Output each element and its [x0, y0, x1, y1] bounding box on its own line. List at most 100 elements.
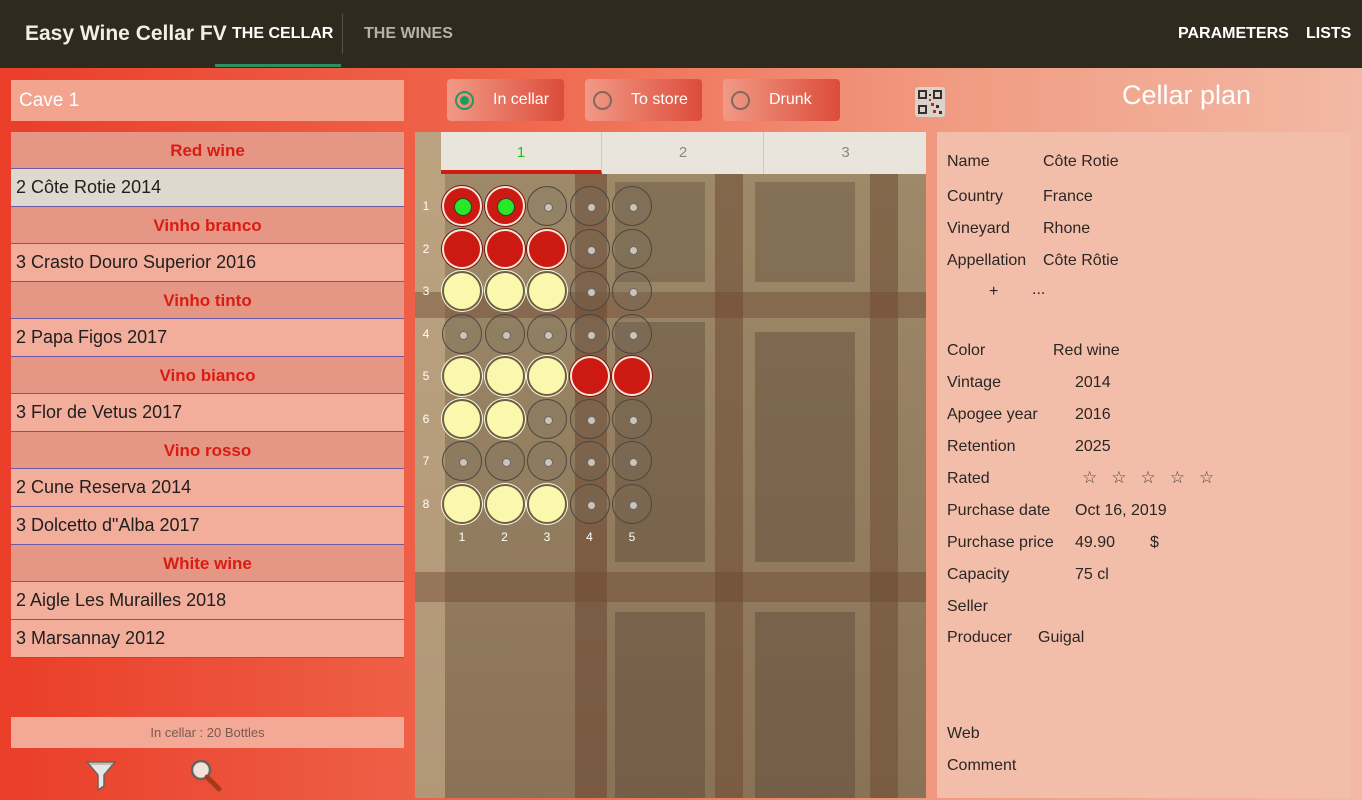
bottle-slot[interactable]: [484, 483, 525, 524]
empty-slot[interactable]: [569, 186, 610, 226]
star-icon[interactable]: ☆: [1199, 468, 1214, 488]
country-value: France: [1043, 188, 1093, 205]
more-button[interactable]: ...: [1032, 281, 1045, 299]
empty-slot[interactable]: [484, 313, 525, 354]
bottle-slot[interactable]: [442, 228, 482, 269]
list-item[interactable]: 2 Aigle Les Murailles 2018: [11, 582, 404, 620]
empty-slot[interactable]: [569, 441, 610, 481]
empty-slot[interactable]: [612, 441, 652, 481]
rack-tab-bar: 1 2 3: [441, 132, 926, 174]
empty-slot[interactable]: [442, 313, 482, 354]
list-item[interactable]: 3 Flor de Vetus 2017: [11, 394, 404, 432]
list-item[interactable]: 3 Marsannay 2012: [11, 620, 404, 658]
star-icon[interactable]: ☆: [1082, 468, 1097, 488]
bottle-slot[interactable]: [484, 271, 525, 311]
bottle-count-status: In cellar : 20 Bottles: [11, 717, 404, 748]
bottle-slot[interactable]: [527, 483, 567, 524]
empty-slot[interactable]: [527, 398, 567, 439]
add-button[interactable]: +: [989, 283, 998, 301]
bottle-slot[interactable]: [484, 186, 525, 226]
bottle-slot[interactable]: [442, 186, 482, 226]
country-label: Country: [947, 188, 1004, 205]
producer-value: Guigal: [1038, 629, 1085, 646]
list-item[interactable]: 3 Crasto Douro Superior 2016: [11, 244, 404, 282]
bottle-slot[interactable]: [569, 356, 610, 396]
column-label: 2: [501, 530, 508, 544]
cave-selector[interactable]: Cave 1: [11, 80, 404, 121]
filter-icon[interactable]: [84, 758, 118, 792]
search-icon[interactable]: [188, 758, 222, 792]
list-item[interactable]: 2 Cune Reserva 2014: [11, 469, 404, 507]
star-icon[interactable]: ☆: [1170, 468, 1185, 488]
to-store-radio[interactable]: To store: [585, 79, 702, 121]
empty-slot[interactable]: [527, 441, 567, 481]
column-label: 3: [543, 530, 551, 544]
bottle-slot[interactable]: [527, 356, 567, 396]
qr-code-icon[interactable]: [914, 86, 946, 118]
bottle-slot[interactable]: [442, 271, 482, 311]
empty-slot[interactable]: [569, 483, 610, 524]
empty-slot[interactable]: [569, 398, 610, 439]
bottle-slot[interactable]: [442, 483, 482, 524]
bottle-slot[interactable]: [484, 356, 525, 396]
tab-divider: [342, 14, 343, 54]
app-title: Easy Wine Cellar FV: [25, 22, 227, 45]
parameters-menu[interactable]: PARAMETERS: [1178, 25, 1289, 43]
bottle-slot[interactable]: [612, 356, 652, 396]
rating-stars[interactable]: ☆ ☆ ☆ ☆ ☆: [1082, 468, 1228, 488]
star-icon[interactable]: ☆: [1141, 468, 1156, 488]
list-item[interactable]: 2 Papa Figos 2017: [11, 319, 404, 357]
row-label: 8: [422, 496, 430, 511]
bottle-slot[interactable]: [484, 398, 525, 439]
empty-slot[interactable]: [569, 313, 610, 354]
row-label: 1: [422, 199, 430, 213]
empty-slot[interactable]: [569, 271, 610, 311]
tab-the-cellar[interactable]: THE CELLAR: [232, 25, 333, 43]
empty-slot[interactable]: [612, 228, 652, 269]
in-cellar-radio[interactable]: In cellar: [447, 79, 564, 121]
capacity-label: Capacity: [947, 566, 1010, 583]
row-label: 5: [422, 369, 430, 383]
appellation-value: Côte Rôtie: [1043, 252, 1119, 269]
empty-slot[interactable]: [484, 441, 525, 481]
list-item[interactable]: 2 Côte Rotie 2014: [11, 169, 404, 207]
bottle-slot[interactable]: [484, 228, 525, 269]
vintage-label: Vintage: [947, 374, 1001, 391]
empty-slot[interactable]: [569, 228, 610, 269]
bottle-slot[interactable]: [527, 271, 567, 311]
vintage-value: 2014: [1075, 374, 1111, 391]
bottle-slot[interactable]: [442, 398, 482, 439]
rack-tab-1[interactable]: 1: [441, 132, 602, 174]
group-header: Vinho branco: [11, 207, 404, 244]
empty-slot[interactable]: [612, 398, 652, 439]
empty-slot[interactable]: [612, 313, 652, 354]
column-label: 5: [628, 530, 636, 544]
rated-label: Rated: [947, 470, 990, 487]
comment-label: Comment: [947, 757, 1017, 774]
radio-unchecked-icon: [731, 91, 750, 110]
row-label: 6: [422, 411, 430, 426]
rack-tab-2[interactable]: 2: [603, 132, 764, 174]
list-item[interactable]: 3 Dolcetto d"Alba 2017: [11, 507, 404, 545]
producer-label: Producer: [947, 629, 1012, 646]
star-icon[interactable]: ☆: [1111, 468, 1126, 488]
drunk-radio[interactable]: Drunk: [723, 79, 840, 121]
row-label: 3: [422, 284, 430, 298]
empty-slot[interactable]: [527, 313, 567, 354]
empty-slot[interactable]: [612, 483, 652, 524]
group-header: Vino bianco: [11, 357, 404, 394]
empty-slot[interactable]: [612, 186, 652, 226]
rack-tab-3[interactable]: 3: [765, 132, 926, 174]
empty-slot[interactable]: [612, 271, 652, 311]
apogee-label: Apogee year: [947, 406, 1038, 423]
bottle-slot[interactable]: [527, 228, 567, 269]
capacity-value: 75 cl: [1075, 566, 1109, 583]
vineyard-value: Rhone: [1043, 220, 1091, 237]
bottle-slot[interactable]: [442, 356, 482, 396]
empty-slot[interactable]: [442, 441, 482, 481]
tab-the-wines[interactable]: THE WINES: [364, 25, 453, 43]
name-label: Name: [947, 153, 990, 170]
lists-menu[interactable]: LISTS: [1306, 25, 1351, 43]
empty-slot[interactable]: [527, 186, 567, 226]
color-value: Red wine: [1053, 342, 1120, 359]
